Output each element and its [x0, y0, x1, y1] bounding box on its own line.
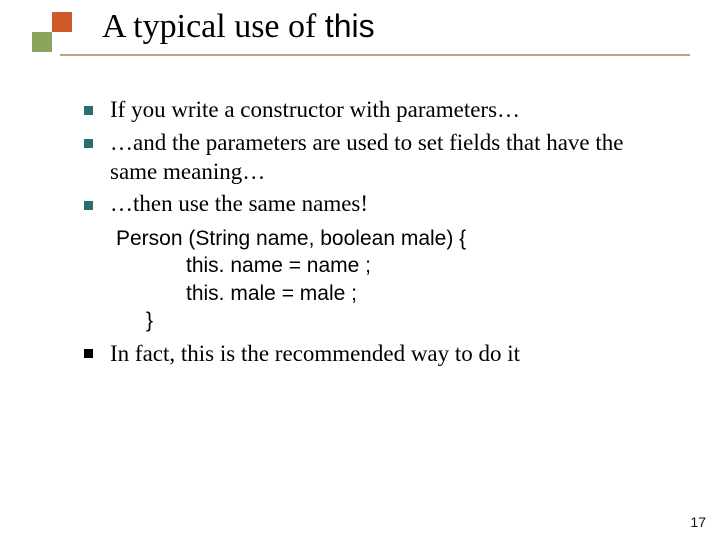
- title-prefix: A typical use of: [102, 8, 325, 45]
- bullet-text: …then use the same names!: [110, 191, 368, 216]
- code-line: Person (String name, boolean male) {: [116, 225, 676, 252]
- square-bullet-icon: [84, 349, 93, 358]
- bullet-text: In fact, this is the recommended way to …: [110, 341, 520, 366]
- square-bullet-icon: [84, 201, 93, 210]
- deco-square-orange: [52, 12, 72, 32]
- bullet-item: …then use the same names!: [76, 190, 676, 219]
- bullet-text: If you write a constructor with paramete…: [110, 97, 520, 122]
- code-line: this. male = male ;: [116, 280, 676, 307]
- square-bullet-icon: [84, 106, 93, 115]
- deco-square-green: [32, 32, 52, 52]
- slide-title: A typical use of this: [102, 8, 375, 46]
- code-line: this. name = name ;: [116, 252, 676, 279]
- title-underline: [60, 54, 690, 56]
- bullet-item: In fact, this is the recommended way to …: [76, 340, 676, 369]
- bullet-item: …and the parameters are used to set fiel…: [76, 129, 676, 187]
- page-number: 17: [690, 514, 706, 530]
- corner-decoration: [22, 12, 92, 56]
- bullet-item: If you write a constructor with paramete…: [76, 96, 676, 125]
- code-line: }: [116, 307, 676, 334]
- slide-body: If you write a constructor with paramete…: [76, 96, 676, 373]
- title-keyword: this: [325, 8, 375, 44]
- square-bullet-icon: [84, 139, 93, 148]
- bullet-text: …and the parameters are used to set fiel…: [110, 130, 623, 184]
- code-block: Person (String name, boolean male) { thi…: [116, 225, 676, 334]
